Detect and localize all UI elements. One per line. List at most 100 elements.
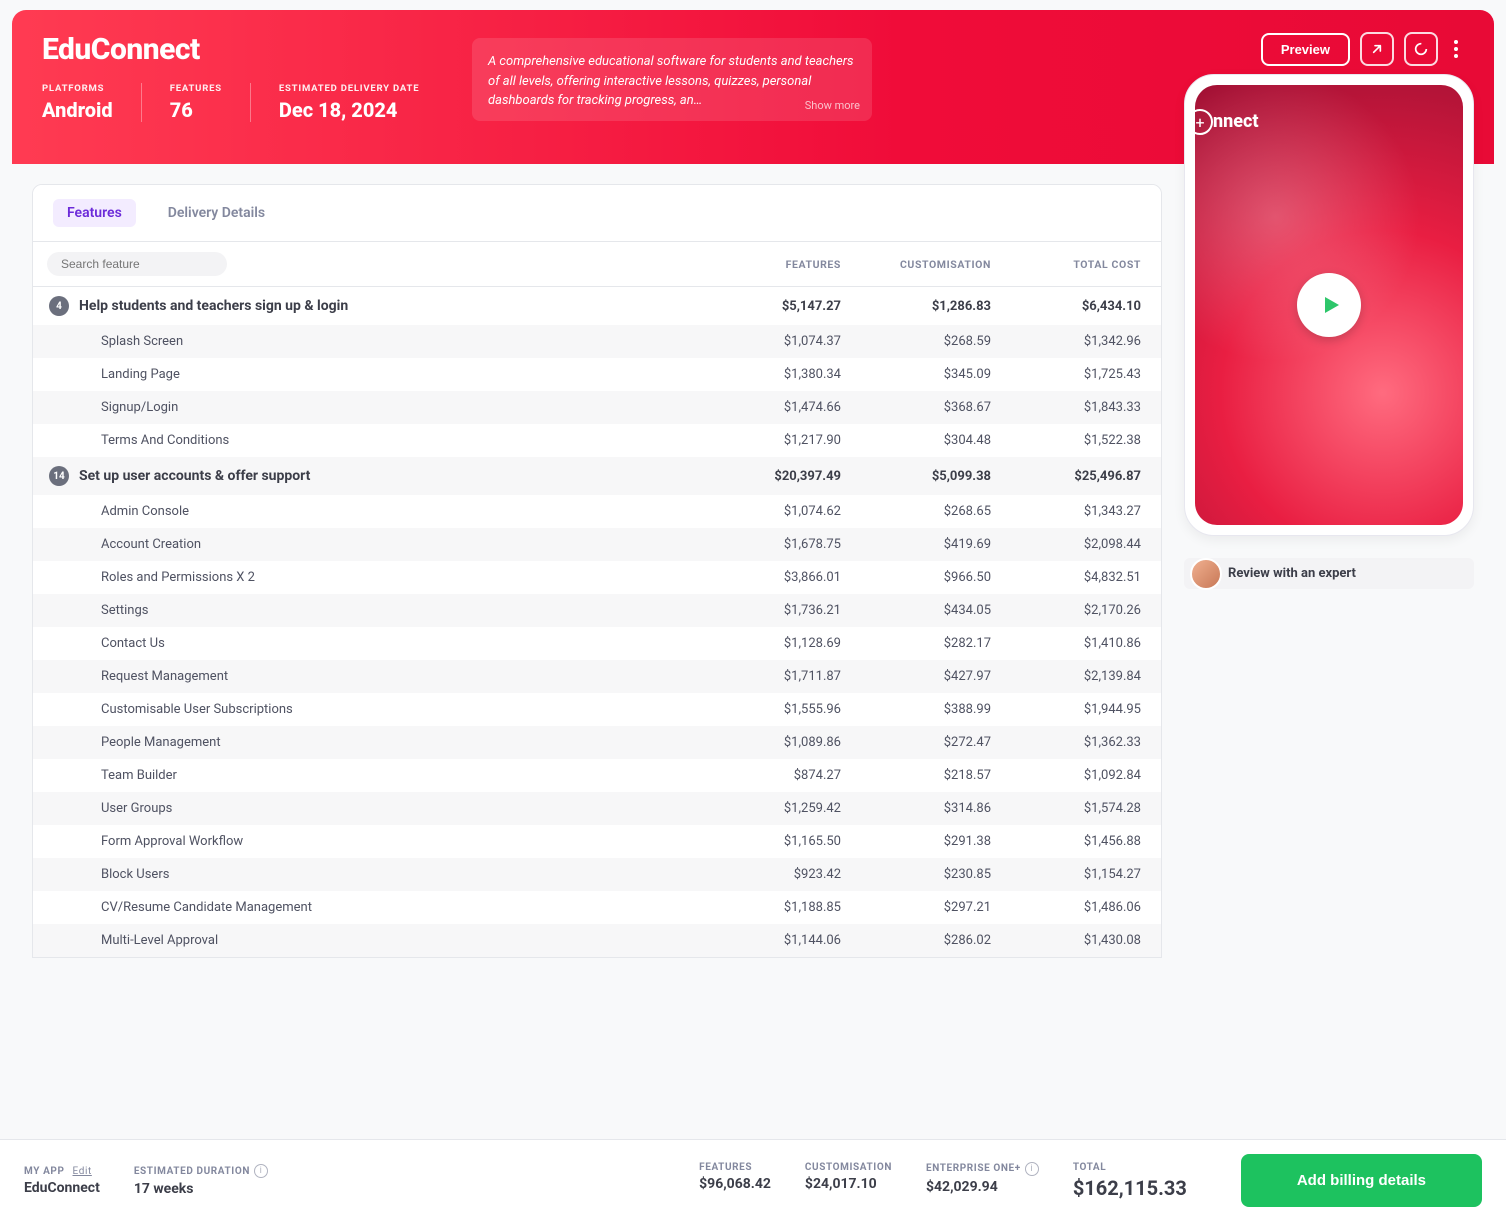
feature-row[interactable]: Terms And Conditions$1,217.90$304.48$1,5… xyxy=(33,424,1161,457)
info-icon[interactable]: i xyxy=(1025,1162,1039,1176)
plus-icon[interactable]: + xyxy=(1195,109,1213,135)
feature-table-body[interactable]: 4 Help students and teachers sign up & lo… xyxy=(33,287,1161,957)
row-total: $2,170.26 xyxy=(991,603,1141,618)
feature-row[interactable]: Contact Us$1,128.69$282.17$1,410.86 xyxy=(33,627,1161,660)
footer-value: $24,017.10 xyxy=(805,1176,892,1192)
row-cust: $388.99 xyxy=(841,702,991,717)
feature-row[interactable]: Account Creation$1,678.75$419.69$2,098.4… xyxy=(33,528,1161,561)
feature-row[interactable]: Signup/Login$1,474.66$368.67$1,843.33 xyxy=(33,391,1161,424)
play-button[interactable] xyxy=(1297,273,1361,337)
row-features: $1,128.69 xyxy=(691,636,841,651)
row-name: Set up user accounts & offer support xyxy=(79,468,691,484)
row-total: $1,574.28 xyxy=(991,801,1141,816)
column-features: FEATURES xyxy=(691,258,841,271)
feature-row[interactable]: People Management$1,089.86$272.47$1,362.… xyxy=(33,726,1161,759)
row-total: $1,843.33 xyxy=(991,400,1141,415)
row-cust: $419.69 xyxy=(841,537,991,552)
row-total: $1,456.88 xyxy=(991,834,1141,849)
tab-delivery-details[interactable]: Delivery Details xyxy=(154,199,279,227)
row-features: $1,711.87 xyxy=(691,669,841,684)
feature-group-row[interactable]: 4 Help students and teachers sign up & lo… xyxy=(33,287,1161,325)
row-total: $2,139.84 xyxy=(991,669,1141,684)
description-text: A comprehensive educational software for… xyxy=(488,54,854,108)
stat-label: FEATURES xyxy=(170,83,222,94)
row-total: $1,342.96 xyxy=(991,334,1141,349)
row-features: $923.42 xyxy=(691,867,841,882)
feature-row[interactable]: Request Management$1,711.87$427.97$2,139… xyxy=(33,660,1161,693)
row-name: Settings xyxy=(79,603,691,618)
feature-group-row[interactable]: 14Set up user accounts & offer support$2… xyxy=(33,457,1161,495)
footer-value: $162,115.33 xyxy=(1073,1176,1187,1200)
stat-label: ESTIMATED DELIVERY DATE xyxy=(279,83,419,94)
feature-row[interactable]: Form Approval Workflow$1,165.50$291.38$1… xyxy=(33,825,1161,858)
footer-value: $42,029.94 xyxy=(926,1179,1039,1195)
edit-link[interactable]: Edit xyxy=(73,1166,92,1177)
row-features: $1,555.96 xyxy=(691,702,841,717)
stat-delivery: ESTIMATED DELIVERY DATE Dec 18, 2024 xyxy=(279,83,419,122)
row-cust: $268.65 xyxy=(841,504,991,519)
column-total: TOTAL COST xyxy=(991,258,1141,271)
share-icon[interactable] xyxy=(1360,32,1394,66)
search-input[interactable] xyxy=(59,256,218,272)
preview-button[interactable]: Preview xyxy=(1261,33,1350,66)
row-total: $1,944.95 xyxy=(991,702,1141,717)
footer-total: TOTAL $162,115.33 xyxy=(1073,1162,1187,1200)
footer-value: EduConnect xyxy=(24,1180,100,1196)
row-cust: $272.47 xyxy=(841,735,991,750)
feature-row[interactable]: Roles and Permissions X 2$3,866.01$966.5… xyxy=(33,561,1161,594)
row-cust: $966.50 xyxy=(841,570,991,585)
row-features: $20,397.49 xyxy=(691,469,841,484)
row-name: Help students and teachers sign up & log… xyxy=(79,298,691,314)
count-badge: 4 xyxy=(49,296,69,316)
footer-duration: ESTIMATED DURATION i 17 weeks xyxy=(134,1164,268,1197)
row-features: $1,474.66 xyxy=(691,400,841,415)
row-cust: $291.38 xyxy=(841,834,991,849)
row-total: $4,832.51 xyxy=(991,570,1141,585)
feature-row[interactable]: Settings$1,736.21$434.05$2,170.26 xyxy=(33,594,1161,627)
review-expert-button[interactable]: Review with an expert xyxy=(1184,558,1474,589)
loading-icon[interactable] xyxy=(1404,32,1438,66)
row-name: Landing Page xyxy=(79,367,691,382)
row-features: $1,089.86 xyxy=(691,735,841,750)
stat-label: PLATFORMS xyxy=(42,83,113,94)
feature-row[interactable]: User Groups$1,259.42$314.86$1,574.28 xyxy=(33,792,1161,825)
row-cust: $268.59 xyxy=(841,334,991,349)
info-icon[interactable]: i xyxy=(254,1164,268,1178)
row-features: $1,144.06 xyxy=(691,933,841,948)
feature-row[interactable]: Block Users$923.42$230.85$1,154.27 xyxy=(33,858,1161,891)
row-total: $1,486.06 xyxy=(991,900,1141,915)
row-features: $1,188.85 xyxy=(691,900,841,915)
feature-row[interactable]: Customisable User Subscriptions$1,555.96… xyxy=(33,693,1161,726)
feature-row[interactable]: CV/Resume Candidate Management$1,188.85$… xyxy=(33,891,1161,924)
feature-row[interactable]: Multi-Level Approval$1,144.06$286.02$1,4… xyxy=(33,924,1161,957)
feature-row[interactable]: Landing Page$1,380.34$345.09$1,725.43 xyxy=(33,358,1161,391)
row-cust: $230.85 xyxy=(841,867,991,882)
search-input-wrap[interactable] xyxy=(47,252,227,276)
footer-my-app: MY APPEdit EduConnect xyxy=(24,1166,100,1196)
row-name: Multi-Level Approval xyxy=(79,933,691,948)
row-features: $5,147.27 xyxy=(691,299,841,314)
row-features: $1,678.75 xyxy=(691,537,841,552)
row-name: Request Management xyxy=(79,669,691,684)
show-more-link[interactable]: Show more xyxy=(805,98,860,115)
row-name: Roles and Permissions X 2 xyxy=(79,570,691,585)
kebab-menu-icon[interactable] xyxy=(1448,36,1464,62)
feature-row[interactable]: Team Builder$874.27$218.57$1,092.84 xyxy=(33,759,1161,792)
footer-bar: MY APPEdit EduConnect ESTIMATED DURATION… xyxy=(0,1139,1506,1221)
row-cust: $297.21 xyxy=(841,900,991,915)
tab-features[interactable]: Features xyxy=(53,199,136,227)
row-total: $1,725.43 xyxy=(991,367,1141,382)
footer-label: CUSTOMISATION xyxy=(805,1162,892,1173)
row-name: People Management xyxy=(79,735,691,750)
feature-row[interactable]: Splash Screen$1,074.37$268.59$1,342.96 xyxy=(33,325,1161,358)
row-total: $1,092.84 xyxy=(991,768,1141,783)
row-total: $2,098.44 xyxy=(991,537,1141,552)
row-features: $1,165.50 xyxy=(691,834,841,849)
row-total: $1,154.27 xyxy=(991,867,1141,882)
feature-row[interactable]: Admin Console$1,074.62$268.65$1,343.27 xyxy=(33,495,1161,528)
row-total: $1,410.86 xyxy=(991,636,1141,651)
footer-features: FEATURES $96,068.42 xyxy=(699,1162,771,1200)
add-billing-button[interactable]: Add billing details xyxy=(1241,1154,1482,1207)
footer-value: 17 weeks xyxy=(134,1181,268,1197)
row-features: $1,074.62 xyxy=(691,504,841,519)
